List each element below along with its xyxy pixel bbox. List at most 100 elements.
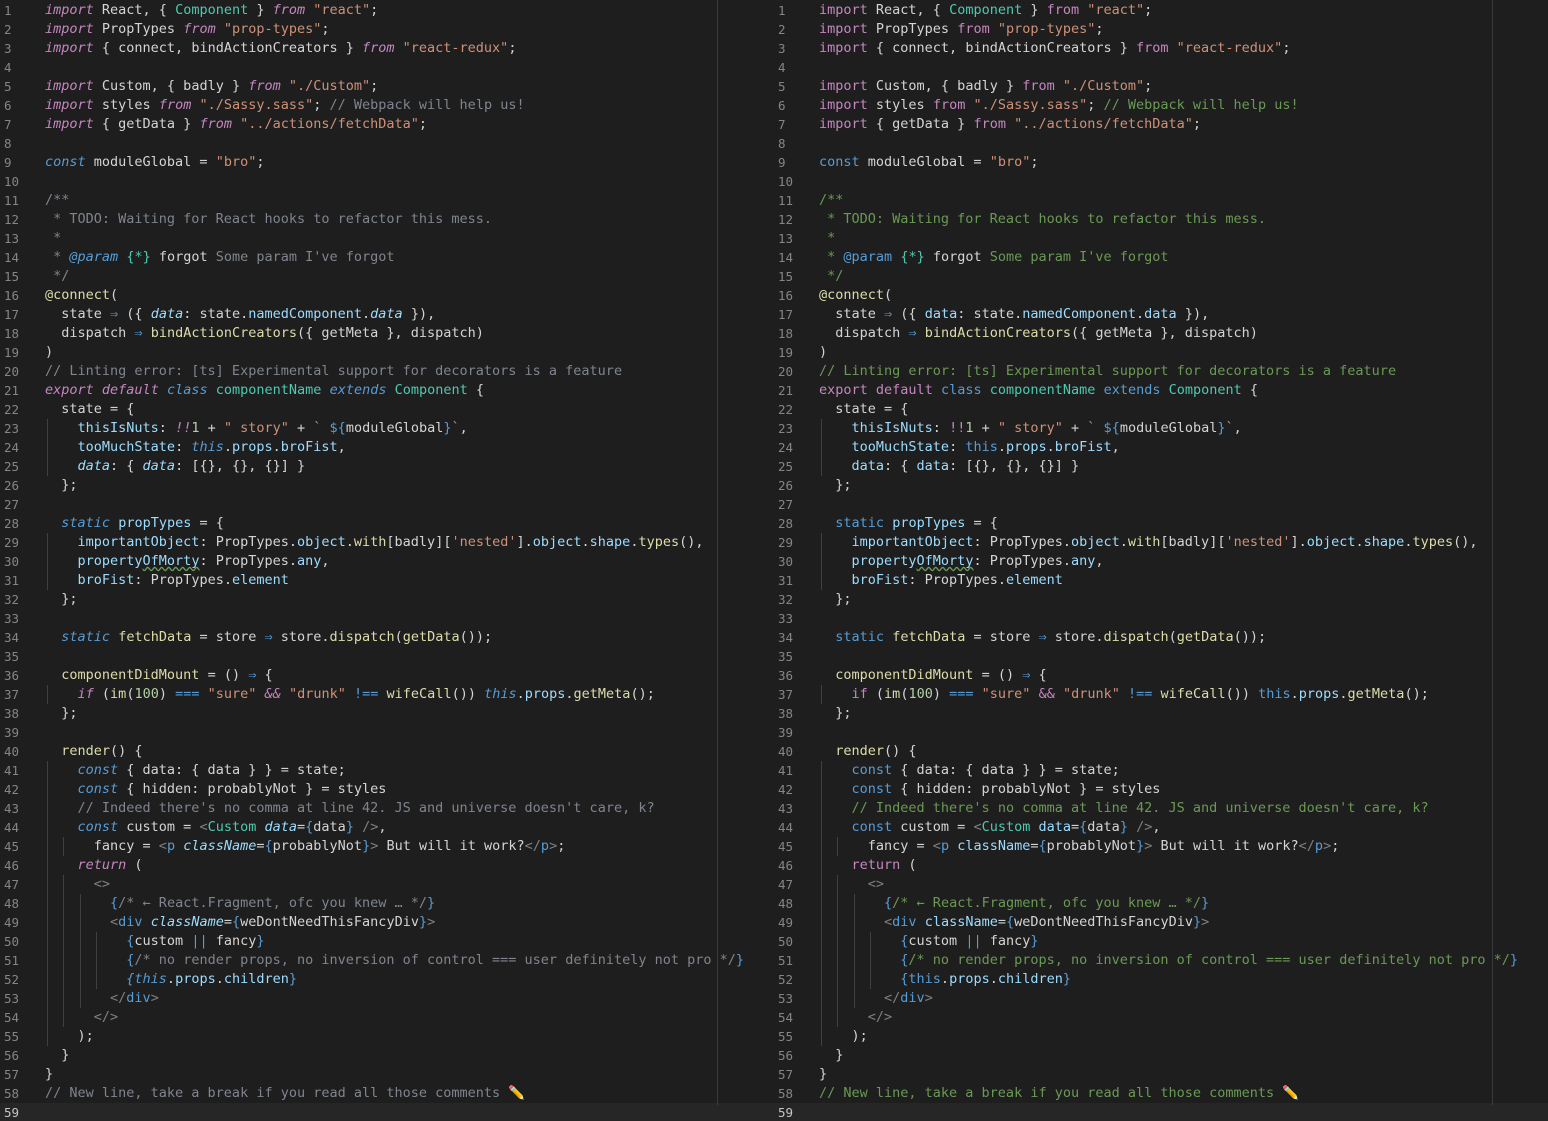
code-line[interactable]: 24 tooMuchState: this.props.broFist,: [0, 438, 774, 457]
code-line[interactable]: 54 </>: [0, 1008, 774, 1027]
code-line[interactable]: 56 }: [774, 1046, 1548, 1065]
code-line[interactable]: 54 </>: [774, 1008, 1548, 1027]
code-line[interactable]: 20 // Linting error: [ts] Experimental su…: [0, 362, 774, 381]
code-line[interactable]: 29 importantObject: PropTypes.object.wit…: [0, 533, 774, 552]
code-line[interactable]: 23 thisIsNuts: !!1 + " story" + ` ${modu…: [0, 419, 774, 438]
code-line[interactable]: 6 import styles from "./Sassy.sass"; // W…: [774, 96, 1548, 115]
code-line[interactable]: 50 {custom || fancy}: [0, 932, 774, 951]
code-line[interactable]: 36 componentDidMount = () ⇒ {: [774, 666, 1548, 685]
code-line[interactable]: 22 state = {: [0, 400, 774, 419]
code-line[interactable]: 45 fancy = <p className={probablyNot}> B…: [0, 837, 774, 856]
code-line[interactable]: 56 }: [0, 1046, 774, 1065]
code-line[interactable]: 51 {/* no render props, no inversion of …: [0, 951, 774, 970]
code-line[interactable]: 5 import Custom, { badly } from "./Custom…: [0, 77, 774, 96]
code-line[interactable]: 26 };: [0, 476, 774, 495]
code-line[interactable]: 16 @connect(: [0, 286, 774, 305]
code-line[interactable]: 9 const moduleGlobal = "bro";: [774, 153, 1548, 172]
code-line[interactable]: 36 componentDidMount = () ⇒ {: [0, 666, 774, 685]
code-line[interactable]: 30 propertyOfMorty: PropTypes.any,: [774, 552, 1548, 571]
code-line[interactable]: 58 // New line, take a break if you read …: [774, 1084, 1548, 1103]
code-line[interactable]: 55 );: [0, 1027, 774, 1046]
code-line[interactable]: 5 import Custom, { badly } from "./Custom…: [774, 77, 1548, 96]
code-line[interactable]: 46 return (: [774, 856, 1548, 875]
code-line[interactable]: 18 dispatch ⇒ bindActionCreators({ getMe…: [0, 324, 774, 343]
code-line[interactable]: 19): [774, 343, 1548, 362]
code-line[interactable]: 38 };: [774, 704, 1548, 723]
code-line[interactable]: 13 *: [774, 229, 1548, 248]
code-line[interactable]: 28 static propTypes = {: [774, 514, 1548, 533]
code-line[interactable]: 10: [0, 172, 774, 191]
code-line[interactable]: 49 <div className={weDontNeedThisFancyDi…: [0, 913, 774, 932]
code-line[interactable]: 25 data: { data: [{}, {}, {}] }: [774, 457, 1548, 476]
code-line[interactable]: 52 {this.props.children}: [0, 970, 774, 989]
code-line[interactable]: 10: [774, 172, 1548, 191]
code-line[interactable]: 59: [0, 1103, 774, 1121]
code-line[interactable]: 14 * @param {*} forgot Some param I've f…: [0, 248, 774, 267]
code-line[interactable]: 4: [0, 58, 774, 77]
code-line[interactable]: 37 if (im(100) === "sure" && "drunk" !==…: [774, 685, 1548, 704]
code-editor[interactable]: 1 import React, { Component } from "react…: [0, 0, 1548, 1121]
code-line[interactable]: 4: [774, 58, 1548, 77]
code-line[interactable]: 41 const { data: { data } } = state;: [774, 761, 1548, 780]
code-line[interactable]: 33: [0, 609, 774, 628]
code-line[interactable]: 42 const { hidden: probablyNot } = style…: [774, 780, 1548, 799]
code-line[interactable]: 28 static propTypes = {: [0, 514, 774, 533]
code-line[interactable]: 30 propertyOfMorty: PropTypes.any,: [0, 552, 774, 571]
code-line[interactable]: 7 import { getData } from "../actions/fet…: [0, 115, 774, 134]
code-line[interactable]: 17 state ⇒ ({ data: state.namedComponent…: [0, 305, 774, 324]
code-line[interactable]: 34 static fetchData = store ⇒ store.disp…: [0, 628, 774, 647]
code-line[interactable]: 22 state = {: [774, 400, 1548, 419]
code-line[interactable]: 40 render() {: [774, 742, 1548, 761]
code-line[interactable]: 23 thisIsNuts: !!1 + " story" + ` ${modu…: [774, 419, 1548, 438]
code-line[interactable]: 45 fancy = <p className={probablyNot}> B…: [774, 837, 1548, 856]
code-line[interactable]: 17 state ⇒ ({ data: state.namedComponent…: [774, 305, 1548, 324]
code-line[interactable]: 40 render() {: [0, 742, 774, 761]
code-line[interactable]: 51 {/* no render props, no inversion of …: [774, 951, 1548, 970]
code-line[interactable]: 38 };: [0, 704, 774, 723]
code-line[interactable]: 48 {/* ← React.Fragment, ofc you knew … …: [0, 894, 774, 913]
editor-pane-right[interactable]: 1 import React, { Component } from "react…: [774, 0, 1548, 1121]
code-line[interactable]: 18 dispatch ⇒ bindActionCreators({ getMe…: [774, 324, 1548, 343]
code-line[interactable]: 24 tooMuchState: this.props.broFist,: [774, 438, 1548, 457]
code-line[interactable]: 35: [0, 647, 774, 666]
code-line[interactable]: 53 </div>: [774, 989, 1548, 1008]
code-line[interactable]: 15 */: [0, 267, 774, 286]
code-line[interactable]: 59: [774, 1103, 1548, 1121]
editor-pane-left[interactable]: 1 import React, { Component } from "react…: [0, 0, 774, 1121]
code-line[interactable]: 33: [774, 609, 1548, 628]
code-line[interactable]: 44 const custom = <Custom data={data} />…: [0, 818, 774, 837]
code-line[interactable]: 26 };: [774, 476, 1548, 495]
code-line[interactable]: 57}: [774, 1065, 1548, 1084]
code-line[interactable]: 57}: [0, 1065, 774, 1084]
code-line[interactable]: 48 {/* ← React.Fragment, ofc you knew … …: [774, 894, 1548, 913]
code-line[interactable]: 41 const { data: { data } } = state;: [0, 761, 774, 780]
code-line[interactable]: 53 </div>: [0, 989, 774, 1008]
code-line[interactable]: 32 };: [774, 590, 1548, 609]
code-line[interactable]: 27: [0, 495, 774, 514]
code-line[interactable]: 46 return (: [0, 856, 774, 875]
code-line[interactable]: 50 {custom || fancy}: [774, 932, 1548, 951]
code-line[interactable]: 11 /**: [774, 191, 1548, 210]
code-line[interactable]: 9 const moduleGlobal = "bro";: [0, 153, 774, 172]
code-line[interactable]: 3 import { connect, bindActionCreators } …: [774, 39, 1548, 58]
code-line[interactable]: 21 export default class componentName ext…: [774, 381, 1548, 400]
code-line[interactable]: 3 import { connect, bindActionCreators } …: [0, 39, 774, 58]
code-line[interactable]: 15 */: [774, 267, 1548, 286]
code-line[interactable]: 37 if (im(100) === "sure" && "drunk" !==…: [0, 685, 774, 704]
code-line[interactable]: 47 <>: [774, 875, 1548, 894]
code-line[interactable]: 12 * TODO: Waiting for React hooks to re…: [0, 210, 774, 229]
code-line[interactable]: 20 // Linting error: [ts] Experimental su…: [774, 362, 1548, 381]
code-line[interactable]: 7 import { getData } from "../actions/fet…: [774, 115, 1548, 134]
code-line[interactable]: 2 import PropTypes from "prop-types";: [0, 20, 774, 39]
code-line[interactable]: 21 export default class componentName ext…: [0, 381, 774, 400]
code-line[interactable]: 12 * TODO: Waiting for React hooks to re…: [774, 210, 1548, 229]
code-line[interactable]: 16 @connect(: [774, 286, 1548, 305]
code-line[interactable]: 14 * @param {*} forgot Some param I've f…: [774, 248, 1548, 267]
code-line[interactable]: 42 const { hidden: probablyNot } = style…: [0, 780, 774, 799]
code-line[interactable]: 6 import styles from "./Sassy.sass"; // W…: [0, 96, 774, 115]
code-line[interactable]: 29 importantObject: PropTypes.object.wit…: [774, 533, 1548, 552]
code-line[interactable]: 52 {this.props.children}: [774, 970, 1548, 989]
code-line[interactable]: 44 const custom = <Custom data={data} />…: [774, 818, 1548, 837]
code-line[interactable]: 25 data: { data: [{}, {}, {}] }: [0, 457, 774, 476]
code-line[interactable]: 58 // New line, take a break if you read …: [0, 1084, 774, 1103]
